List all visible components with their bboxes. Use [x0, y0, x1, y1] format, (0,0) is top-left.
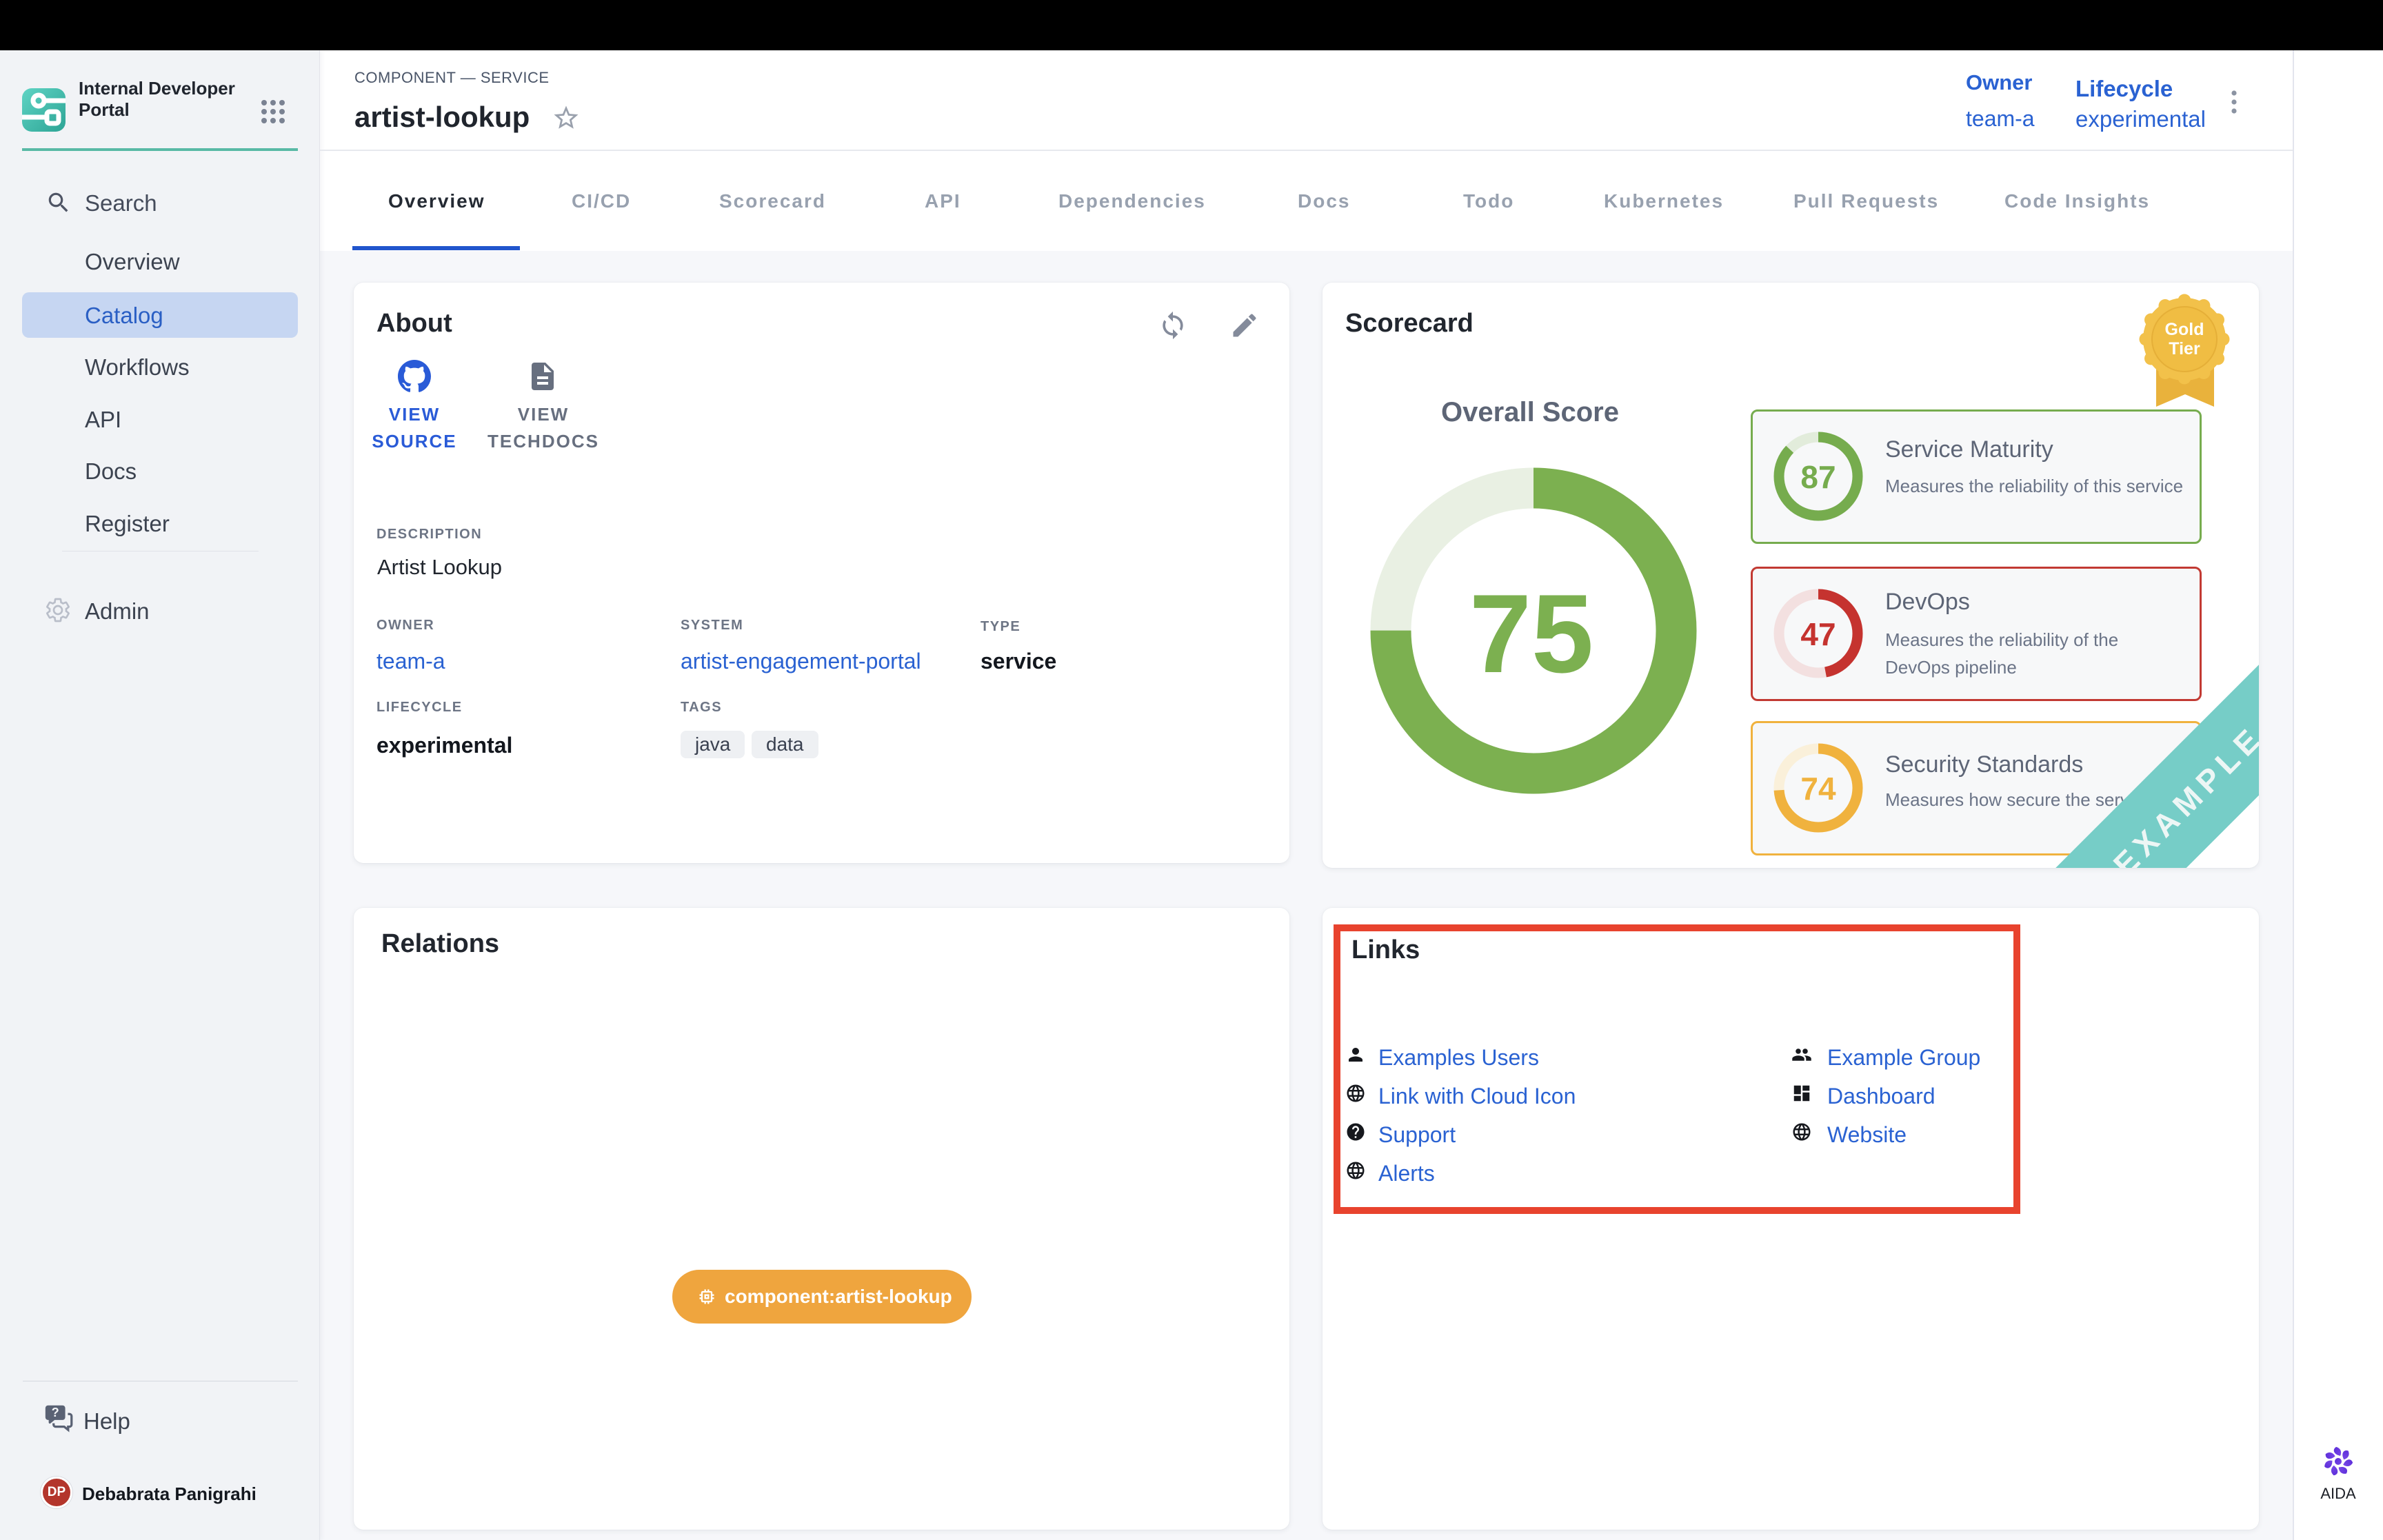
svg-text:Gold: Gold: [2165, 320, 2204, 339]
svg-text:74: 74: [1800, 771, 1836, 807]
svg-text:47: 47: [1800, 616, 1836, 652]
svg-text:Tier: Tier: [2169, 339, 2200, 358]
svg-text:?: ?: [52, 1406, 59, 1419]
svg-text:75: 75: [1469, 571, 1593, 696]
svg-text:87: 87: [1800, 459, 1836, 495]
